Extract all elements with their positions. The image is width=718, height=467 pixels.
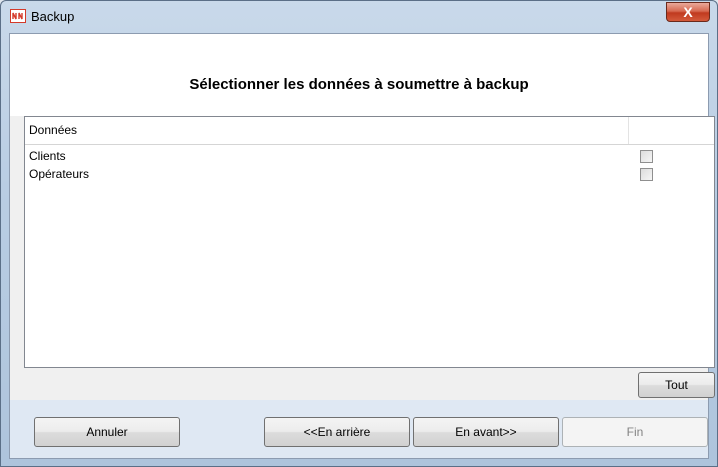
next-button[interactable]: En avant>> xyxy=(413,417,559,447)
footer-bar: Annuler <<En arrière En avant>> Fin xyxy=(10,400,708,458)
close-button[interactable]: X xyxy=(666,2,710,22)
client-area: Sélectionner les données à soumettre à b… xyxy=(9,33,715,459)
table-row[interactable]: Clients xyxy=(25,148,714,166)
back-button[interactable]: <<En arrière xyxy=(264,417,410,447)
app-logo-icon xyxy=(10,9,26,23)
backup-window: Backup X Sélectionner les données à soum… xyxy=(0,0,718,467)
row-label-clients: Clients xyxy=(29,149,66,163)
finish-button[interactable]: Fin xyxy=(562,417,708,447)
clients-checkbox[interactable] xyxy=(640,150,653,163)
cancel-button[interactable]: Annuler xyxy=(34,417,180,447)
row-label-operateurs: Opérateurs xyxy=(29,167,90,181)
select-all-button[interactable]: Tout xyxy=(638,372,715,398)
column-header-donnees[interactable]: Données xyxy=(25,117,629,144)
close-icon: X xyxy=(683,4,693,20)
data-grid: Données Clients Opérateurs xyxy=(24,116,715,368)
window-title: Backup xyxy=(31,9,75,24)
header-panel: Sélectionner les données à soumettre à b… xyxy=(10,34,708,116)
table-row[interactable]: Opérateurs xyxy=(25,166,714,184)
grid-header: Données xyxy=(25,117,714,145)
operateurs-checkbox[interactable] xyxy=(640,168,653,181)
title-bar[interactable]: Backup X xyxy=(1,1,717,33)
page-heading: Sélectionner les données à soumettre à b… xyxy=(189,76,529,93)
